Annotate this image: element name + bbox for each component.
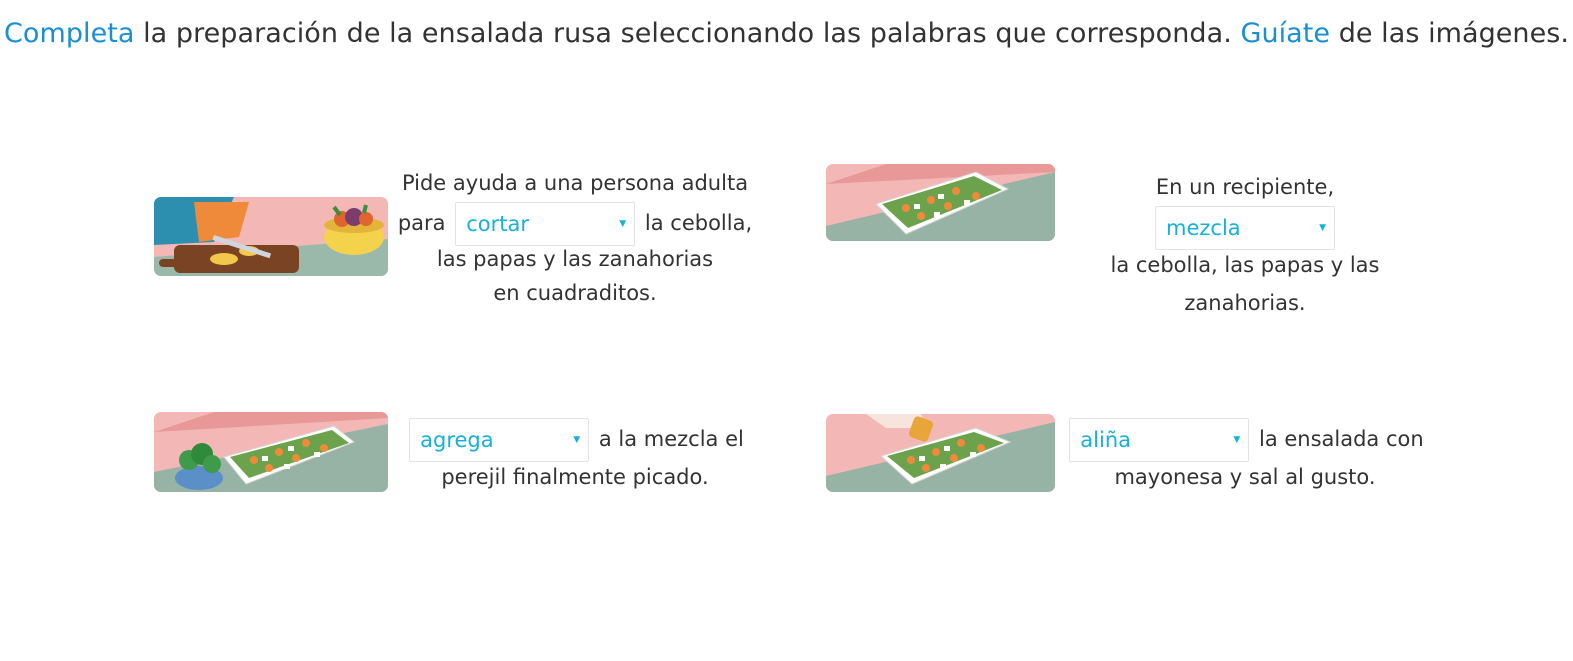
- step-2-line-1: En un recipiente, mezcla ▼: [1060, 168, 1430, 250]
- step-2-dropdown[interactable]: mezcla ▼: [1155, 206, 1335, 250]
- instruction-highlight-completa: Completa: [4, 18, 135, 49]
- step-3-text: agrega ▼ a la mezcla el perejil finalmen…: [400, 418, 750, 496]
- step-1-dropdown[interactable]: cortar ▼: [455, 202, 636, 246]
- step-4-text: aliña ▼ la ensalada con mayonesa y sal a…: [1065, 418, 1425, 496]
- step-3-suffix: a la mezcla el: [598, 427, 744, 451]
- step-1-line-3: las papas y las zanahorias en cuadradito…: [436, 247, 714, 305]
- step-4-line-2: mayonesa y sal al gusto.: [1114, 465, 1376, 489]
- step-4-dropdown[interactable]: aliña ▼: [1069, 418, 1250, 462]
- step-3-line-2: perejil finalmente picado.: [441, 465, 709, 489]
- step-3-line-1: agrega ▼ a la mezcla el: [400, 418, 750, 462]
- step-4-image: [826, 414, 1055, 492]
- step-1-image: [154, 197, 388, 276]
- instruction-text: la preparación de la ensalada rusa selec…: [134, 18, 1241, 49]
- step-2-image: [826, 164, 1055, 241]
- caret-down-icon: ▼: [573, 435, 581, 445]
- instruction-text-end: de las imágenes.: [1330, 18, 1569, 49]
- instruction-highlight-guiate: Guíate: [1240, 18, 1331, 49]
- caret-down-icon: ▼: [1233, 435, 1241, 445]
- caret-down-icon: ▼: [619, 219, 627, 229]
- step-3-dropdown-value: agrega: [420, 428, 494, 452]
- step-1-text: Pide ayuda a una persona adulta para cor…: [395, 164, 755, 310]
- step-4-dropdown-value: aliña: [1080, 428, 1132, 452]
- step-2-line-2: la cebolla, las papas y las zanahorias.: [1110, 253, 1380, 315]
- step-2-dropdown-value: mezcla: [1166, 216, 1241, 240]
- instruction-heading: Completa la preparación de la ensalada r…: [0, 18, 1573, 49]
- step-3-dropdown[interactable]: agrega ▼: [409, 418, 590, 462]
- caret-down-icon: ▼: [1319, 223, 1326, 233]
- step-4-line-1: aliña ▼ la ensalada con: [1065, 418, 1425, 462]
- step-1-line-1: Pide ayuda a una persona adulta: [401, 171, 749, 195]
- step-1-line-2: para cortar ▼ la cebolla,: [395, 202, 755, 246]
- step-4-suffix: la ensalada con: [1258, 427, 1424, 451]
- step-2-prefix: En un recipiente,: [1155, 175, 1335, 199]
- step-3-image: [154, 412, 388, 492]
- step-1-prefix: para: [397, 211, 446, 235]
- step-2-text: En un recipiente, mezcla ▼ la cebolla, l…: [1060, 168, 1430, 322]
- step-1-suffix: la cebolla,: [644, 211, 753, 235]
- step-1-dropdown-value: cortar: [466, 212, 529, 236]
